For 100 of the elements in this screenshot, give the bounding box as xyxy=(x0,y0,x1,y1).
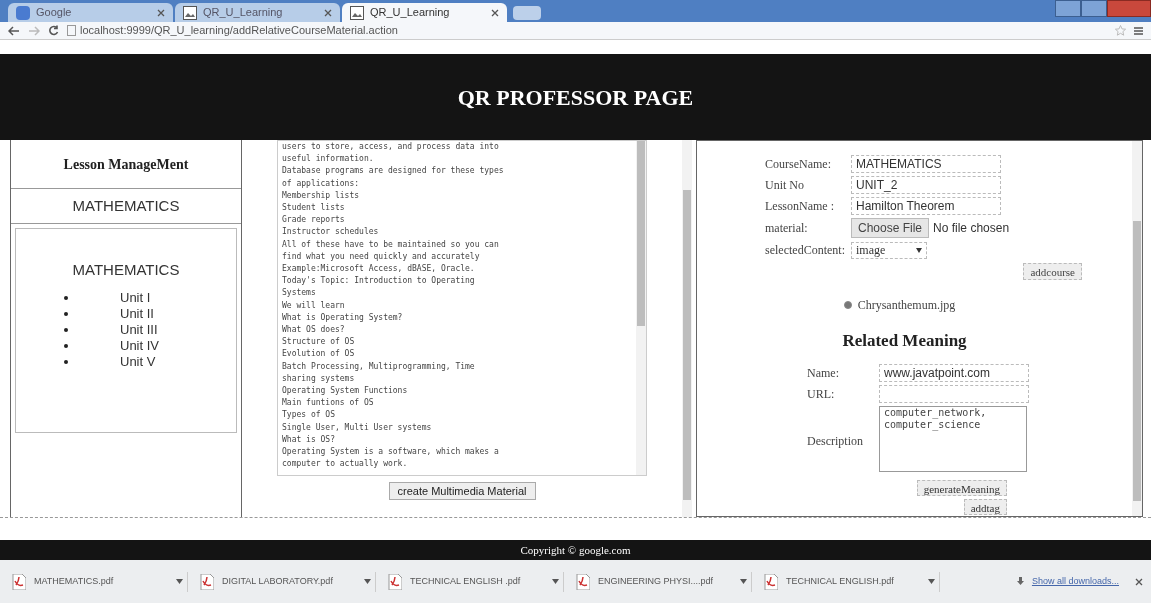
bullet-icon xyxy=(64,311,68,316)
text-line: of applications: xyxy=(282,177,361,190)
scrollbar[interactable] xyxy=(682,140,692,517)
field-label: selectedContent: xyxy=(765,242,846,259)
browser-tab[interactable]: QR_U_Learning xyxy=(175,3,340,22)
image-icon xyxy=(183,5,197,20)
content-select[interactable]: image xyxy=(851,241,927,259)
text-line: Membership lists xyxy=(282,189,361,202)
close-icon[interactable] xyxy=(157,8,165,17)
text-line: Database programs are designed for these types xyxy=(282,165,505,178)
forward-icon[interactable] xyxy=(28,25,40,36)
image-icon xyxy=(350,5,364,20)
download-item[interactable]: MATHEMATICS.pdf xyxy=(8,571,188,592)
bullet-icon xyxy=(64,359,68,364)
text-line: Types of OS xyxy=(282,409,336,422)
new-tab-button[interactable] xyxy=(513,6,541,20)
close-window-button[interactable] xyxy=(1107,0,1151,17)
download-item[interactable]: TECHNICAL ENGLISH .pdf xyxy=(384,571,564,592)
text-field[interactable]: UNIT_2 xyxy=(851,176,1001,194)
text-line: Example:Microsoft Access, dBASE, Oracle. xyxy=(282,263,476,276)
field-label: CourseName: xyxy=(765,156,832,173)
caret-icon xyxy=(740,579,747,584)
back-icon[interactable] xyxy=(8,25,20,36)
bullet-icon xyxy=(64,295,68,300)
scrollbar[interactable] xyxy=(1132,141,1142,516)
text-line: useful information. xyxy=(282,153,375,166)
pdf-file-icon xyxy=(12,573,26,590)
text-line: Operating System Functions xyxy=(282,385,409,398)
text-line: Main funtions of OS xyxy=(282,397,375,410)
download-icon xyxy=(1016,577,1024,586)
browser-tab[interactable]: Google xyxy=(8,3,173,22)
create-material-button[interactable]: create Multimedia Material xyxy=(388,482,536,500)
pdf-file-icon xyxy=(200,573,214,590)
text-line: Today's Topic: Introduction to Operating xyxy=(282,275,476,288)
caret-icon xyxy=(928,579,935,584)
star-icon[interactable] xyxy=(1115,25,1126,36)
text-line: Operating System is a software, which makes a xyxy=(282,446,500,459)
radio-button[interactable] xyxy=(843,301,852,309)
maximize-button[interactable] xyxy=(1081,0,1107,17)
pdf-file-icon xyxy=(388,573,402,590)
material-text-area[interactable] xyxy=(277,140,647,476)
close-icon[interactable] xyxy=(1135,577,1143,586)
text-line: sharing systems xyxy=(282,372,356,385)
browser-tab[interactable]: QR_U_Learning xyxy=(342,3,507,22)
text-field[interactable]: www.javatpoint.com xyxy=(879,363,1029,382)
page-footer: Copyright © google.com xyxy=(0,540,1151,560)
text-line: What OS does? xyxy=(282,324,346,337)
bullet-icon xyxy=(64,327,68,332)
text-field[interactable] xyxy=(879,384,1029,403)
form-button[interactable]: addtag xyxy=(963,498,1007,515)
field-label: Description xyxy=(807,433,864,450)
units-title: MATHEMATICS xyxy=(72,260,180,280)
close-icon[interactable] xyxy=(491,8,499,17)
field-label: URL: xyxy=(807,385,836,403)
caret-icon xyxy=(364,579,371,584)
text-line: Systems xyxy=(282,287,317,300)
caret-icon xyxy=(176,579,183,584)
close-icon[interactable] xyxy=(324,8,332,17)
form-button[interactable]: generateMeaning xyxy=(916,479,1007,496)
radio-label: Chrysanthemum.jpg xyxy=(857,297,956,314)
text-line: Single User, Multi User systems xyxy=(282,421,433,434)
field-label: material: xyxy=(765,220,809,237)
text-line: All of these have to be maintained so you can xyxy=(282,238,500,251)
page-header: QR PROFESSOR PAGE xyxy=(0,54,1151,140)
text-line: computer to actually work. xyxy=(282,458,409,471)
sidebar-title: Lesson ManageMent xyxy=(62,155,190,174)
text-line: Grade reports xyxy=(282,214,346,227)
text-line: Instructor schedules xyxy=(282,226,380,239)
section-title: Related Meaning xyxy=(841,330,968,352)
text-line: What is Operating System? xyxy=(282,311,404,324)
menu-icon[interactable] xyxy=(1134,26,1143,35)
choose-file-button[interactable]: Choose File xyxy=(851,218,930,238)
text-field[interactable]: Hamilton Theorem xyxy=(851,197,1001,215)
text-line: Structure of OS xyxy=(282,336,356,349)
file-status-text: No file chosen xyxy=(933,220,1010,237)
text-field[interactable]: MATHEMATICS xyxy=(851,155,1001,173)
text-line: We will learn xyxy=(282,299,346,312)
text-line: find what you need quickly and accurately xyxy=(282,250,481,263)
field-label: Unit No xyxy=(765,177,805,194)
pdf-file-icon xyxy=(576,573,590,590)
text-line: users to store, access, and process data into xyxy=(282,141,500,153)
pdf-file-icon xyxy=(764,573,778,590)
addcourse-button[interactable]: addcourse xyxy=(1023,263,1082,280)
reload-icon[interactable] xyxy=(48,25,59,36)
caret-icon xyxy=(552,579,559,584)
bullet-icon xyxy=(64,343,68,348)
field-label: LessonName : xyxy=(765,198,835,215)
show-all-downloads-link[interactable]: Show all downloads... xyxy=(1031,574,1119,589)
minimize-button[interactable] xyxy=(1055,0,1081,17)
text-line: What is OS? xyxy=(282,433,336,446)
download-item[interactable]: DIGITAL LABORATORY.pdf xyxy=(196,571,376,592)
favicon-icon xyxy=(16,5,30,20)
scrollbar[interactable] xyxy=(636,141,646,475)
text-line: Evolution of OS xyxy=(282,348,356,361)
text-line: Student lists xyxy=(282,202,346,214)
download-item[interactable]: TECHNICAL ENGLISH.pdf xyxy=(760,571,940,592)
text-line: Batch Processing, Multiprogramming, Time xyxy=(282,360,476,373)
description-field[interactable]: computer_network, computer_science xyxy=(879,405,1027,472)
download-item[interactable]: ENGINEERING PHYSI....pdf xyxy=(572,571,752,592)
course-item[interactable]: MATHEMATICS xyxy=(11,188,241,224)
